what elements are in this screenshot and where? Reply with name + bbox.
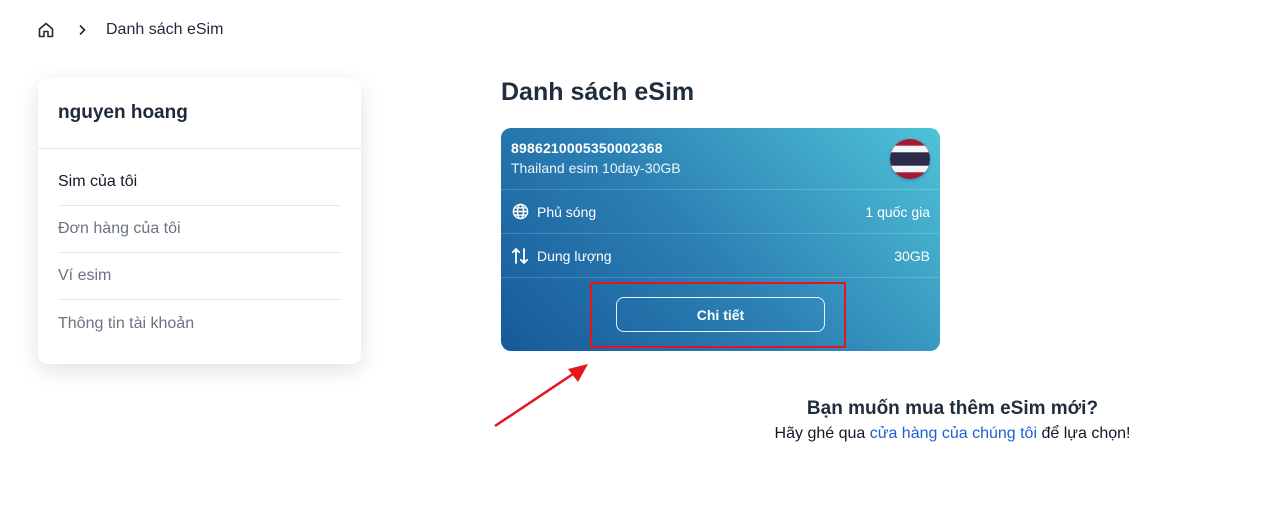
account-sidebar: nguyen hoang Sim của tôi Đơn hàng của tô…: [38, 78, 361, 364]
breadcrumb: Danh sách eSim: [37, 19, 223, 41]
data-transfer-icon: [511, 247, 529, 265]
esim-plan-name: Thailand esim 10day-30GB: [511, 160, 681, 176]
globe-icon: [511, 203, 529, 221]
menu-item-account-info[interactable]: Thông tin tài khoản: [58, 300, 341, 347]
menu-item-my-orders[interactable]: Đơn hàng của tôi: [58, 206, 341, 253]
coverage-row: Phủ sóng 1 quốc gia: [501, 190, 940, 234]
detail-button[interactable]: Chi tiết: [616, 297, 825, 332]
promo-text-after: để lựa chọn!: [1037, 425, 1131, 442]
store-link[interactable]: cửa hàng của chúng tôi: [870, 425, 1037, 442]
promo-section: Bạn muốn mua thêm eSim mới? Hãy ghé qua …: [700, 398, 1205, 443]
data-capacity-label: Dung lượng: [537, 247, 612, 264]
menu-item-esim-wallet[interactable]: Ví esim: [58, 253, 341, 300]
user-name: nguyen hoang: [38, 78, 361, 149]
breadcrumb-current: Danh sách eSim: [106, 21, 224, 38]
data-capacity-row: Dung lượng 30GB: [501, 234, 940, 278]
coverage-label: Phủ sóng: [537, 203, 597, 220]
promo-text: Hãy ghé qua cửa hàng của chúng tôi để lự…: [700, 425, 1205, 443]
coverage-value: 1 quốc gia: [865, 203, 930, 220]
promo-text-before: Hãy ghé qua: [774, 425, 870, 442]
account-menu: Sim của tôi Đơn hàng của tôi Ví esim Thô…: [38, 149, 361, 347]
page: Danh sách eSim nguyen hoang Sim của tôi …: [0, 0, 1285, 517]
data-capacity-value: 30GB: [894, 247, 930, 264]
annotation-arrow-icon: [494, 364, 588, 428]
home-icon[interactable]: [37, 21, 55, 39]
esim-iccid: 8986210005350002368: [511, 140, 663, 156]
promo-title: Bạn muốn mua thêm eSim mới?: [806, 398, 1099, 419]
page-title: Danh sách eSim: [501, 78, 695, 106]
menu-item-my-sim[interactable]: Sim của tôi: [58, 149, 341, 206]
esim-card: 8986210005350002368 Thailand esim 10day-…: [501, 128, 940, 351]
chevron-right-icon: [77, 23, 87, 37]
thailand-flag-icon: [890, 139, 930, 179]
esim-card-header: 8986210005350002368 Thailand esim 10day-…: [501, 128, 940, 190]
